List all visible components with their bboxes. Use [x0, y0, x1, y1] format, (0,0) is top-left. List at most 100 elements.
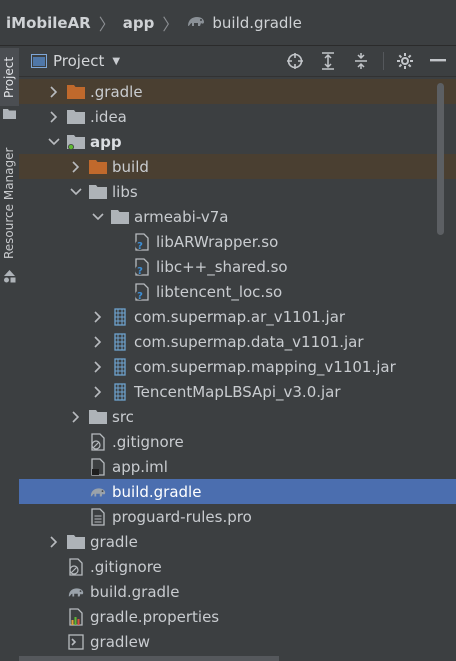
chevron-down-icon[interactable]: [91, 212, 105, 222]
tree-node[interactable]: .gitignore: [19, 429, 456, 454]
folder-icon: [67, 533, 85, 551]
tree-node[interactable]: com.supermap.mapping_v1101.jar: [19, 354, 456, 379]
collapse-all-icon[interactable]: [351, 51, 371, 71]
tree-node[interactable]: armeabi-v7a: [19, 204, 456, 229]
chevron-right-icon[interactable]: [91, 360, 105, 373]
tree-node[interactable]: gradle: [19, 529, 456, 554]
tree-node-label: app.iml: [112, 457, 168, 476]
tree-node[interactable]: ? libc++_shared.so: [19, 254, 456, 279]
horizontal-scrollbar[interactable]: [19, 656, 279, 661]
tree-node-label: libARWrapper.so: [156, 232, 279, 251]
properties-file-icon: [67, 607, 85, 626]
chevron-right-icon[interactable]: [47, 85, 61, 98]
unknown-file-icon: ?: [133, 282, 151, 301]
tree-node[interactable]: .idea: [19, 104, 456, 129]
chevron-right-icon[interactable]: [91, 385, 105, 398]
dropdown-caret-icon: ▼: [112, 55, 121, 67]
unknown-file-icon: ?: [133, 232, 151, 251]
tree-node[interactable]: libs: [19, 179, 456, 204]
tab-resource-manager[interactable]: Resource Manager: [0, 138, 19, 268]
tree-node[interactable]: com.supermap.data_v1101.jar: [19, 329, 456, 354]
tree-node[interactable]: build.gradle: [19, 579, 456, 604]
chevron-right-icon[interactable]: [69, 160, 83, 173]
breadcrumb-file-label: build.gradle: [212, 13, 302, 32]
tree-node-label: build.gradle: [90, 582, 180, 601]
project-panel: Project ▼ .gradle .idea app build libs armeab…: [19, 46, 456, 661]
svg-text:?: ?: [137, 241, 143, 251]
tree-node[interactable]: build.gradle: [19, 479, 456, 504]
shell-script-icon: [67, 633, 85, 651]
breadcrumb-chevron-icon: 〉: [98, 14, 115, 34]
breadcrumb-file[interactable]: build.gradle: [186, 13, 302, 32]
tree-node-label: proguard-rules.pro: [112, 507, 252, 526]
tree-node-label: com.supermap.ar_v1101.jar: [134, 307, 346, 326]
tree-node-label: build.gradle: [112, 482, 202, 501]
module-folder-icon: [67, 133, 85, 151]
folder-icon: [111, 208, 129, 226]
svg-text:?: ?: [137, 266, 143, 276]
chevron-right-icon[interactable]: [91, 335, 105, 348]
tree-node[interactable]: gradlew: [19, 629, 456, 654]
folder-excluded-icon: [67, 83, 85, 101]
project-window-icon: [31, 54, 47, 68]
tree-node[interactable]: proguard-rules.pro: [19, 504, 456, 529]
text-file-icon: [89, 507, 107, 526]
breadcrumb-project[interactable]: iMobileAR: [6, 14, 91, 32]
locate-icon[interactable]: [285, 51, 305, 71]
gradle-file-icon: [67, 583, 85, 601]
project-view-label: Project: [53, 52, 105, 70]
gitignore-file-icon: [89, 432, 107, 451]
tree-node-label: .idea: [90, 107, 127, 126]
tree-node-label: .gitignore: [112, 432, 184, 451]
svg-text:?: ?: [137, 291, 143, 301]
tree-node[interactable]: .gradle: [19, 79, 456, 104]
folder-icon: [67, 108, 85, 126]
tree-node-label: gradle.properties: [90, 607, 220, 626]
tree-node[interactable]: ? libtencent_loc.so: [19, 279, 456, 304]
tree-node[interactable]: app.iml: [19, 454, 456, 479]
project-view-selector[interactable]: Project ▼: [31, 52, 120, 70]
tree-node-label: libtencent_loc.so: [156, 282, 283, 301]
chevron-down-icon[interactable]: [69, 187, 83, 197]
folder-icon: [3, 104, 16, 123]
tree-node-label: com.supermap.mapping_v1101.jar: [134, 357, 396, 376]
navigation-breadcrumb: iMobileAR 〉 app 〉 build.gradle: [0, 0, 456, 46]
settings-icon[interactable]: [395, 51, 415, 71]
tree-node[interactable]: gradle.properties: [19, 604, 456, 629]
gradle-file-icon: [89, 483, 107, 501]
gradle-icon: [186, 14, 206, 32]
breadcrumb-chevron-icon: 〉: [162, 14, 179, 34]
tree-node[interactable]: TencentMapLBSApi_v3.0.jar: [19, 379, 456, 404]
chevron-right-icon[interactable]: [91, 310, 105, 323]
folder-excluded-icon: [89, 158, 107, 176]
tree-node-label: armeabi-v7a: [134, 207, 229, 226]
tree-node[interactable]: .gitignore: [19, 554, 456, 579]
tree-node[interactable]: app: [19, 129, 456, 154]
tree-node[interactable]: src: [19, 404, 456, 429]
tree-node-label: libs: [112, 182, 138, 201]
jar-file-icon: [111, 307, 129, 326]
tree-node-label: .gradle: [90, 82, 143, 101]
chevron-right-icon[interactable]: [47, 110, 61, 123]
expand-all-icon[interactable]: [318, 51, 338, 71]
tab-project[interactable]: Project: [0, 48, 19, 106]
tree-node-label: gradle: [90, 532, 138, 551]
breadcrumb-module[interactable]: app: [123, 14, 155, 32]
chevron-down-icon[interactable]: [47, 137, 61, 147]
vertical-scrollbar[interactable]: [437, 83, 444, 235]
chevron-right-icon[interactable]: [47, 535, 61, 548]
chevron-right-icon[interactable]: [69, 410, 83, 423]
tree-node-label: app: [90, 132, 122, 151]
tree-node[interactable]: com.supermap.ar_v1101.jar: [19, 304, 456, 329]
tree-node-label: src: [112, 407, 134, 426]
jar-file-icon: [111, 382, 129, 401]
unknown-file-icon: ?: [133, 257, 151, 276]
jar-file-icon: [111, 357, 129, 376]
folder-icon: [89, 408, 107, 426]
folder-icon: [89, 183, 107, 201]
tree-node[interactable]: ? libARWrapper.so: [19, 229, 456, 254]
project-toolbar: Project ▼: [19, 46, 456, 77]
tree-node[interactable]: build: [19, 154, 456, 179]
hide-icon[interactable]: [428, 51, 448, 71]
tree-node-label: TencentMapLBSApi_v3.0.jar: [134, 382, 341, 401]
